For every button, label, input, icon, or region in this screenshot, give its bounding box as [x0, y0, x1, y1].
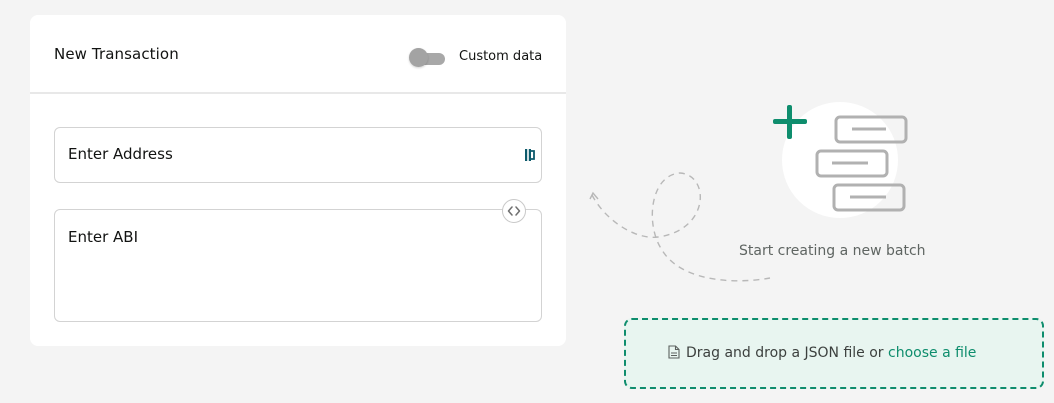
batch-illustration — [589, 102, 908, 282]
abi-textarea[interactable]: Enter ABI — [54, 209, 542, 322]
json-dropzone[interactable]: Drag and drop a JSON file or choose a fi… — [624, 318, 1044, 389]
address-book-icon[interactable] — [524, 147, 536, 163]
empty-state-title: Start creating a new batch — [739, 243, 926, 259]
dashed-path — [591, 172, 771, 282]
abi-placeholder: Enter ABI — [68, 228, 139, 246]
code-icon[interactable] — [502, 199, 526, 223]
card-header: New Transaction Custom data — [30, 15, 566, 94]
address-placeholder: Enter Address — [68, 145, 173, 163]
card-title: New Transaction — [54, 45, 179, 63]
custom-data-label: Custom data — [459, 49, 543, 64]
toggle-thumb — [409, 48, 428, 67]
custom-data-toggle[interactable] — [409, 48, 447, 67]
address-input[interactable]: Enter Address — [54, 127, 542, 183]
dropzone-text: Drag and drop a JSON file or choose a fi… — [668, 345, 1008, 365]
choose-file-link[interactable]: choose a file — [888, 345, 976, 361]
file-icon — [668, 345, 680, 359]
new-transaction-card: New Transaction Custom data Enter Addres… — [30, 15, 566, 346]
dropzone-message: Drag and drop a JSON file or — [686, 345, 884, 361]
